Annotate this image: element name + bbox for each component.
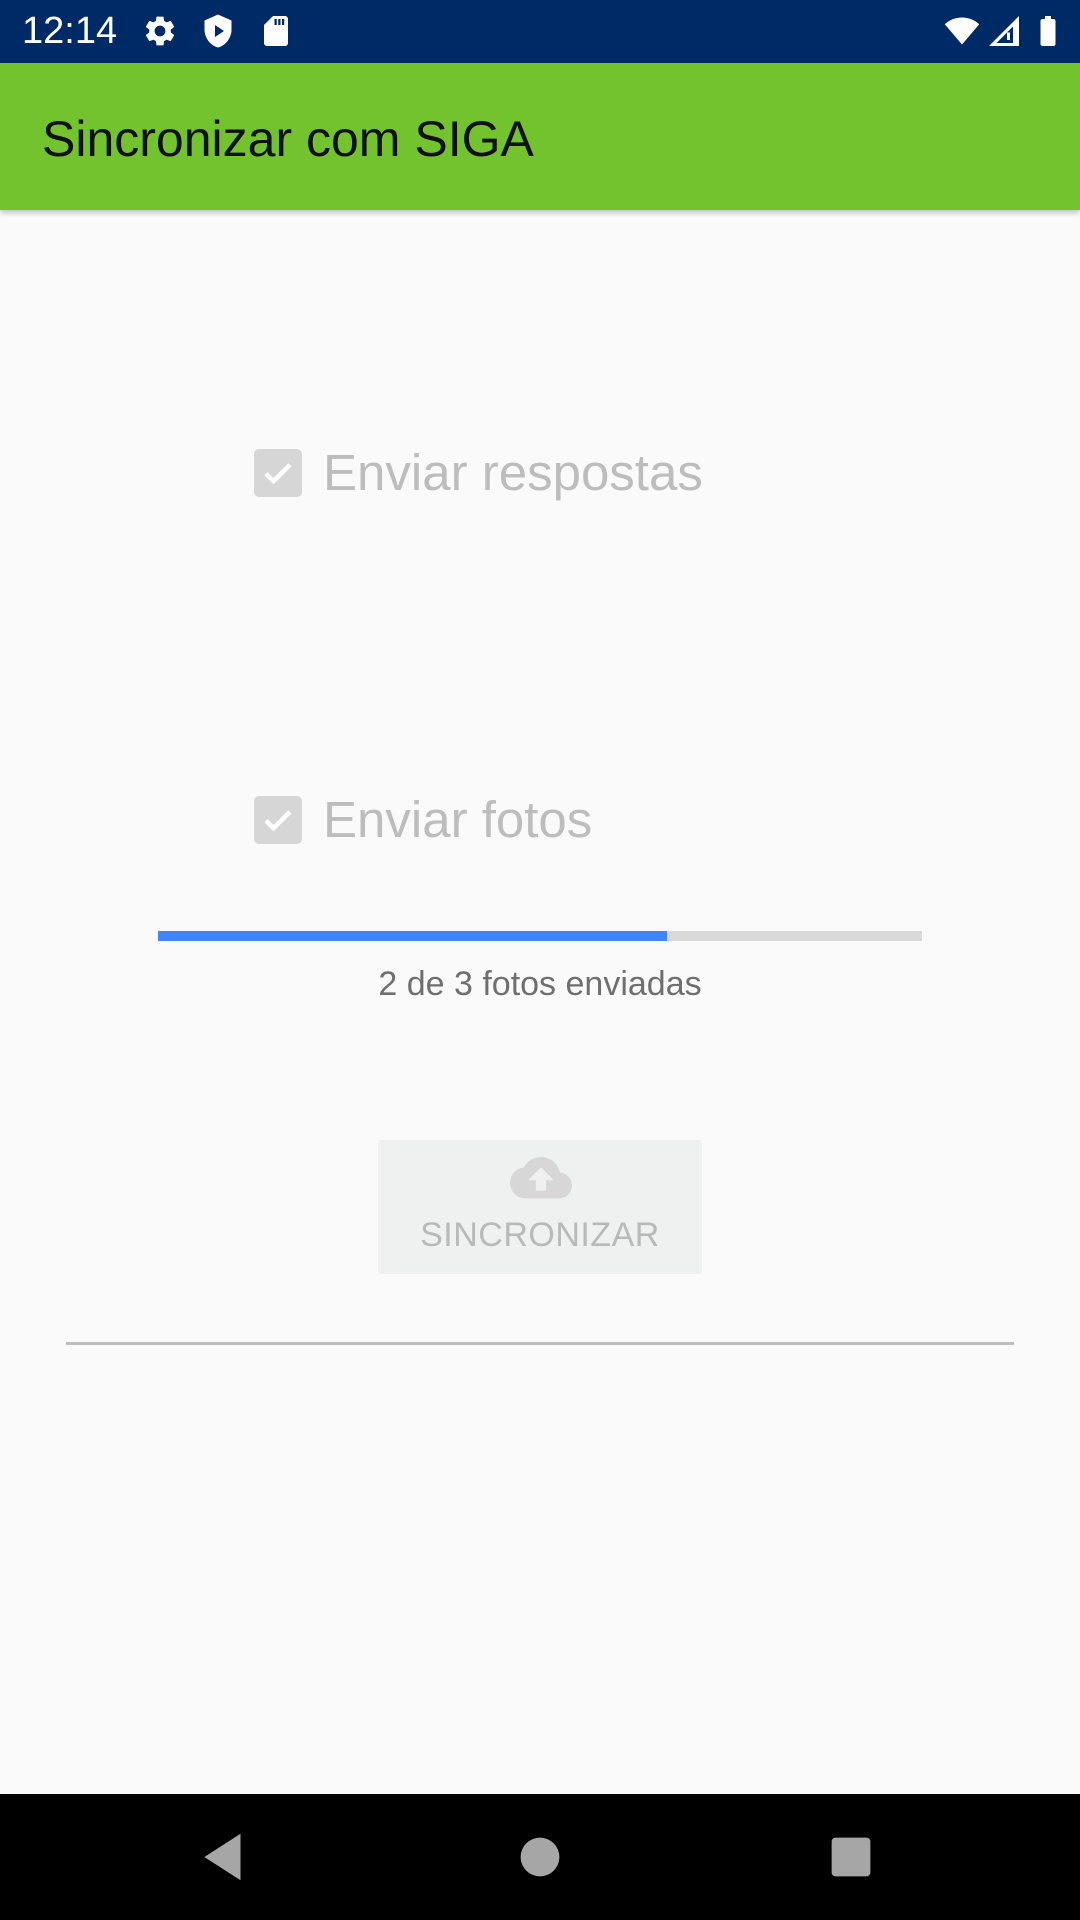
page-title: Sincronizar com SIGA	[42, 111, 534, 167]
divider	[66, 1342, 1014, 1345]
progress-fill	[158, 931, 668, 941]
sd-card-icon	[264, 16, 288, 46]
wifi-icon	[944, 17, 980, 45]
back-icon[interactable]	[194, 1826, 256, 1888]
send-photos-label: Enviar fotos	[323, 791, 593, 848]
navigation-bar	[0, 1794, 1080, 1920]
cloud-upload-icon	[510, 1157, 572, 1199]
status-time: 12:14	[22, 10, 118, 52]
checkmark-icon	[264, 463, 292, 485]
send-answers-checkbox[interactable]	[254, 449, 302, 497]
send-answers-label: Enviar respostas	[323, 444, 703, 501]
checkmark-icon	[264, 810, 292, 832]
status-bar: 12:14	[0, 0, 1080, 63]
progress-status-text: 2 de 3 fotos enviadas	[378, 965, 702, 1003]
photo-upload-progress-bar	[158, 931, 922, 941]
gear-icon	[145, 16, 175, 46]
send-photos-checkbox-row[interactable]: Enviar fotos	[254, 790, 592, 850]
sync-button[interactable]: SINCRONIZAR	[378, 1140, 702, 1274]
home-icon[interactable]	[509, 1826, 571, 1888]
signal-icon	[989, 16, 1019, 46]
app-bar: Sincronizar com SIGA	[0, 63, 1080, 210]
send-answers-checkbox-row[interactable]: Enviar respostas	[254, 443, 703, 503]
recents-icon[interactable]	[820, 1826, 882, 1888]
battery-icon	[1040, 16, 1056, 46]
sync-button-label: SINCRONIZAR	[420, 1216, 660, 1254]
send-photos-checkbox[interactable]	[254, 796, 302, 844]
shield-play-icon	[204, 14, 232, 48]
